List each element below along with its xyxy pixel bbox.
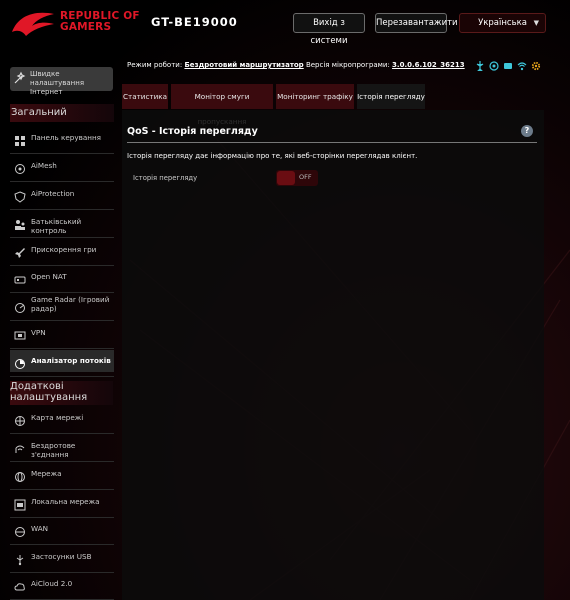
toggle-state: OFF [299, 173, 312, 181]
sidebar-item-analyzer[interactable]: Аналізатор потоків [10, 350, 114, 372]
sidebar-divider [10, 544, 114, 545]
sidebar-divider [10, 376, 114, 377]
sidebar-divider [10, 348, 114, 349]
language-label: Українська [478, 18, 527, 28]
toggle-knob [277, 171, 295, 185]
chevron-down-icon: ▼ [533, 19, 539, 27]
firmware-label: Версія мікропрограми: [305, 61, 390, 69]
sidebar-item-label: Прискорення гри [31, 245, 97, 254]
sidebar-divider [10, 292, 114, 293]
wand-icon [14, 71, 26, 84]
radar-icon [14, 299, 26, 313]
sidebar-item-label: AiProtection [31, 189, 75, 198]
advanced-section-title: Додаткові налаштування [10, 381, 113, 405]
lan-icon [14, 496, 26, 511]
quick-setup-label: Швидке налаштування Інтернет [30, 70, 85, 96]
sidebar-divider [10, 237, 114, 238]
sidebar-item-wan[interactable]: WAN [10, 518, 114, 540]
network-icon [14, 468, 26, 482]
sidebar-item-parental[interactable]: Батьківський контроль [10, 211, 114, 235]
sidebar-item-label: Open NAT [31, 272, 67, 281]
sidebar-item-rocket[interactable]: Прискорення гри [10, 239, 114, 261]
sidebar-item-label: Застосунки USB [31, 552, 92, 561]
title-divider [127, 142, 537, 143]
content-panel [122, 110, 544, 600]
help-icon[interactable]: ? [521, 125, 533, 137]
page-title: QoS - Історія перегляду [127, 126, 258, 137]
vpn-icon [14, 327, 26, 340]
cloud-icon [14, 578, 26, 591]
sidebar-item-lan[interactable]: Локальна мережа [10, 491, 114, 513]
browsing-history-toggle[interactable]: OFF [276, 170, 318, 186]
sidebar-item-wireless[interactable]: Бездротове з'єднання [10, 435, 114, 459]
wireless-icon [14, 440, 26, 453]
aimesh-icon [14, 160, 26, 174]
parental-icon [14, 216, 26, 230]
sidebar-item-radar[interactable]: Game Radar (Ігровий радар) [10, 294, 114, 316]
sidebar-item-label: WAN [31, 524, 49, 533]
settings-icon[interactable] [530, 60, 541, 71]
sidebar-item-cloud[interactable]: AiCloud 2.0 [10, 573, 114, 595]
sidebar-divider [10, 153, 114, 154]
general-section-title: Загальний [10, 104, 114, 122]
device-icon[interactable] [502, 60, 513, 71]
dashboard-icon [14, 132, 26, 146]
quick-setup-button[interactable]: Швидке налаштування Інтернет [10, 67, 113, 96]
sidebar-item-nat[interactable]: Open NAT [10, 266, 114, 288]
brand-line2: GAMERS [60, 21, 112, 33]
sidebar-divider [10, 489, 114, 490]
sidebar-item-map[interactable]: Карта мережі [10, 407, 114, 429]
tab-browsing-history[interactable]: Історія перегляду [357, 84, 425, 109]
tab-traffic-monitoring[interactable]: Моніторинг трафіку [276, 84, 354, 109]
sidebar-item-shield[interactable]: AiProtection [10, 183, 114, 205]
analyzer-icon [14, 355, 26, 369]
firmware-version-link[interactable]: 3.0.0.6.102_36213 [392, 61, 465, 69]
logout-button[interactable]: Вихід з системи [293, 13, 365, 46]
sidebar-item-label: Карта мережі [31, 413, 84, 422]
usb-icon[interactable] [474, 60, 485, 71]
network-icon[interactable] [488, 60, 499, 71]
tab-statistics[interactable]: Статистика [122, 84, 168, 109]
sidebar-item-label: Game Radar (Ігровий радар) [31, 295, 110, 313]
map-icon [14, 412, 26, 426]
sidebar-item-label: Панель керування [31, 133, 101, 142]
reboot-button[interactable]: Перезавантажити [375, 13, 458, 33]
sidebar-item-aimesh[interactable]: AiMesh [10, 155, 114, 177]
wifi-icon[interactable] [516, 60, 527, 71]
rocket-icon [14, 244, 26, 258]
tab-bandwidth-monitor[interactable]: Монітор смуги пропускання [171, 84, 273, 126]
wan-icon [14, 523, 26, 537]
nat-icon [14, 271, 26, 284]
brand-text: REPUBLIC OF GAMERS [60, 11, 140, 33]
sidebar-item-network[interactable]: Мережа [10, 463, 114, 485]
mode-value-link[interactable]: Бездротовий маршрутизатор [184, 61, 303, 69]
sidebar-divider [10, 209, 114, 210]
sidebar-item-label: Мережа [31, 469, 62, 478]
sidebar-item-vpn[interactable]: VPN [10, 322, 114, 344]
usb-icon [14, 551, 26, 566]
sidebar-divider [10, 181, 114, 182]
sidebar-item-usb[interactable]: Застосунки USB [10, 546, 114, 568]
shield-icon [14, 188, 26, 203]
status-icons [474, 60, 541, 71]
sidebar-item-label: Батьківський контроль [31, 217, 82, 235]
sidebar-item-label: Локальна мережа [31, 497, 100, 506]
model-name: GT-BE19000 [151, 15, 238, 29]
sidebar-divider [10, 461, 114, 462]
rog-logo-icon [12, 12, 54, 36]
page-description: Історія перегляду дає інформацію про те,… [127, 152, 418, 160]
language-select[interactable]: Українська ▼ [459, 13, 546, 33]
sidebar-item-label: AiMesh [31, 161, 57, 170]
mode-label: Режим роботи: [127, 61, 183, 69]
sidebar-item-label: Бездротове з'єднання [31, 441, 76, 459]
sidebar-item-label: AiCloud 2.0 [31, 579, 73, 588]
sidebar-divider [10, 433, 114, 434]
sidebar-item-label: Аналізатор потоків [31, 356, 111, 365]
status-line: Режим роботи: Бездротовий маршрутизатор … [127, 61, 465, 69]
sidebar-item-dashboard[interactable]: Панель керування [10, 127, 114, 149]
sidebar-divider [10, 320, 114, 321]
header: REPUBLIC OF GAMERS GT-BE19000 Вихід з си… [0, 0, 570, 46]
sidebar-item-label: VPN [31, 328, 46, 337]
browsing-history-label: Історія перегляду [133, 174, 198, 182]
